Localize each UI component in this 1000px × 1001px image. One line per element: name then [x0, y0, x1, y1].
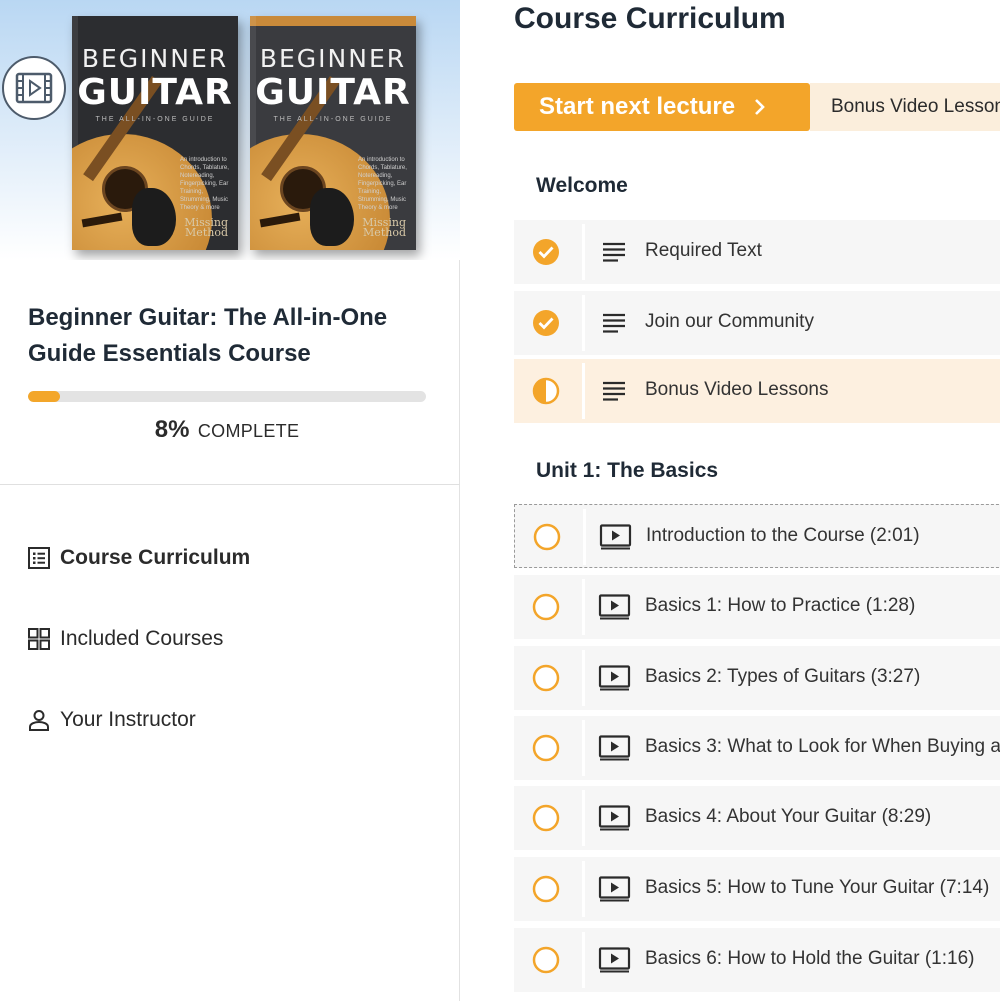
- next-lecture-name[interactable]: Bonus Video Lessons: [810, 83, 1000, 131]
- lecture-title: Basics 2: Types of Guitars (3:27): [645, 666, 921, 687]
- empty-circle-icon: [532, 875, 560, 903]
- course-progress-text: 8% COMPLETE: [28, 416, 426, 444]
- lecture-title: Basics 4: About Your Guitar (8:29): [645, 806, 932, 827]
- lecture-row[interactable]: Basics 6: How to Hold the Guitar (1:16): [514, 928, 1000, 992]
- lecture-title: Bonus Video Lessons: [645, 379, 829, 400]
- play-video-icon: [598, 876, 631, 902]
- lecture-row[interactable]: Basics 5: How to Tune Your Guitar (7:14): [514, 857, 1000, 921]
- book-cover-front: BEGINNER GUITAR THE ALL-IN-ONE GUIDE An …: [72, 16, 238, 250]
- lecture-row-current[interactable]: Bonus Video Lessons: [514, 359, 1000, 423]
- course-progress-bar: [28, 391, 426, 402]
- empty-circle-icon: [533, 523, 561, 551]
- grid-icon: [26, 626, 52, 652]
- book-subtitle: THE ALL-IN-ONE GUIDE: [273, 116, 393, 123]
- lecture-row[interactable]: Join our Community: [514, 291, 1000, 355]
- play-video-icon: [598, 805, 631, 831]
- play-video-icon: [598, 947, 631, 973]
- book-title-line2: GUITAR: [255, 72, 411, 113]
- book-subtitle: THE ALL-IN-ONE GUIDE: [95, 116, 215, 123]
- lecture-title: Introduction to the Course (2:01): [646, 525, 920, 546]
- text-lines-icon: [603, 381, 625, 401]
- text-lines-icon: [603, 242, 625, 262]
- progress-percent: 8%: [154, 416, 190, 443]
- lecture-row[interactable]: Basics 3: What to Look for When Buying a…: [514, 716, 1000, 780]
- lecture-title: Basics 3: What to Look for When Buying a…: [645, 736, 1000, 757]
- empty-circle-icon: [532, 664, 560, 692]
- lecture-row[interactable]: Basics 4: About Your Guitar (8:29): [514, 786, 1000, 850]
- video-film-icon: [2, 56, 66, 120]
- lecture-title: Required Text: [645, 240, 762, 261]
- sidebar-item-label: Your Instructor: [60, 708, 196, 731]
- book-brand: Missing Method: [184, 216, 228, 239]
- book-title-line1: BEGINNER: [259, 44, 407, 73]
- sidebar-item-included-courses[interactable]: Included Courses: [26, 623, 223, 655]
- empty-circle-icon: [532, 804, 560, 832]
- book-cover-second: BEGINNER GUITAR THE ALL-IN-ONE GUIDE An …: [250, 16, 416, 250]
- sidebar-item-your-instructor[interactable]: Your Instructor: [26, 704, 196, 736]
- list-icon: [26, 545, 52, 571]
- lecture-row[interactable]: Introduction to the Course (2:01): [514, 504, 1000, 568]
- course-progress-fill: [28, 391, 60, 402]
- section-title-welcome: Welcome: [536, 174, 628, 197]
- section-title-unit-1: Unit 1: The Basics: [536, 459, 719, 482]
- sidebar: BEGINNER GUITAR THE ALL-IN-ONE GUIDE An …: [0, 0, 460, 1001]
- check-circle-icon: [533, 239, 559, 265]
- book-title-line1: BEGINNER: [81, 44, 229, 73]
- course-cover-image[interactable]: BEGINNER GUITAR THE ALL-IN-ONE GUIDE An …: [0, 0, 460, 260]
- lecture-title: Basics 5: How to Tune Your Guitar (7:14): [645, 877, 990, 898]
- play-video-icon: [599, 524, 632, 550]
- chevron-right-icon: [753, 98, 767, 116]
- lecture-row[interactable]: Basics 1: How to Practice (1:28): [514, 575, 1000, 639]
- book-blurb: An introduction to Chords, Tablature, No…: [358, 157, 407, 211]
- lecture-title: Join our Community: [645, 311, 814, 332]
- book-top-strip: [250, 16, 416, 26]
- play-video-icon: [598, 594, 631, 620]
- play-video-icon: [598, 665, 631, 691]
- empty-circle-icon: [532, 593, 560, 621]
- lecture-row[interactable]: Required Text: [514, 220, 1000, 284]
- empty-circle-icon: [532, 734, 560, 762]
- book-title-line2: GUITAR: [77, 72, 233, 113]
- play-video-icon: [598, 735, 631, 761]
- book-blurb: An introduction to Chords, Tablature, No…: [180, 157, 229, 211]
- half-circle-icon: [532, 377, 560, 405]
- start-next-lecture-button[interactable]: Start next lecture: [514, 83, 810, 131]
- lecture-title: Basics 6: How to Hold the Guitar (1:16): [645, 948, 975, 969]
- sidebar-item-label: Included Courses: [60, 627, 224, 650]
- sidebar-item-course-curriculum[interactable]: Course Curriculum: [26, 542, 250, 574]
- book-brand: Missing Method: [362, 216, 406, 239]
- person-icon: [26, 707, 52, 733]
- sidebar-divider: [0, 484, 460, 485]
- empty-circle-icon: [532, 946, 560, 974]
- lecture-title: Basics 1: How to Practice (1:28): [645, 595, 916, 616]
- page-title: Course Curriculum: [514, 2, 786, 35]
- lecture-row[interactable]: Basics 2: Types of Guitars (3:27): [514, 646, 1000, 710]
- course-title: Beginner Guitar: The All-in-One Guide Es…: [28, 304, 388, 367]
- start-button-label: Start next lecture: [539, 93, 736, 120]
- sidebar-item-label: Course Curriculum: [60, 546, 251, 569]
- progress-complete-label: COMPLETE: [197, 421, 300, 441]
- main-content: Course Curriculum Start next lecture Bon…: [460, 0, 1000, 1001]
- text-lines-icon: [603, 313, 625, 333]
- check-circle-icon: [533, 310, 559, 336]
